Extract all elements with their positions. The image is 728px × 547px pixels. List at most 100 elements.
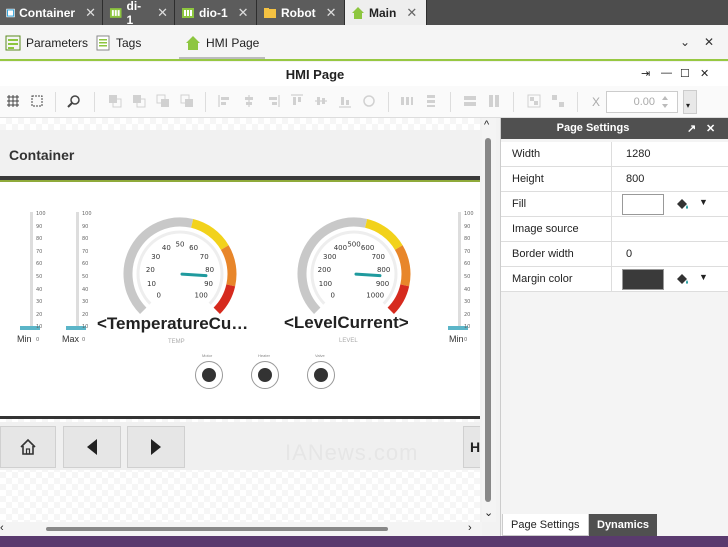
same-width-icon[interactable] [463,94,477,108]
motor-knob[interactable] [195,361,223,389]
property-label: Border width [512,248,574,260]
valve-knob[interactable] [307,361,335,389]
send-back-icon[interactable] [180,94,194,108]
align-right-icon[interactable] [266,94,280,108]
close-icon[interactable]: ✕ [700,67,709,80]
zoom-icon[interactable] [67,94,81,108]
bar-tick-label: 100 [36,211,46,217]
arrow-left-icon [87,439,97,455]
tab-dynamics[interactable]: Dynamics [589,514,657,536]
bar-tick-label: 50 [82,274,89,280]
close-icon[interactable]: ✕ [85,5,96,21]
height-value[interactable]: 800 [626,173,644,185]
close-icon[interactable]: ✕ [326,5,337,21]
rotate-icon[interactable] [362,94,376,108]
scroll-left-icon[interactable]: ‹ [0,522,4,534]
scrollbar-thumb[interactable] [485,138,491,502]
chevron-down-icon[interactable]: ▼ [699,197,708,207]
heater-knob[interactable] [251,361,279,389]
tab-hmi-page[interactable]: HMI Page [178,34,266,59]
tab-robot[interactable]: Robot ✕ [257,0,345,25]
bring-forward-icon[interactable] [132,94,146,108]
level-gauge-scale-label: 0 [331,292,335,300]
temperature-gauge-scale-label: 70 [200,253,209,261]
bar-label: Max [62,334,80,344]
group-icon[interactable] [527,94,541,108]
bar-tick-label: 20 [464,311,471,318]
send-backward-icon[interactable] [156,94,170,108]
previous-page-button[interactable] [63,426,121,468]
bar-tick-label: 60 [464,261,471,268]
align-middle-icon[interactable] [314,94,328,108]
property-row-border-width[interactable]: Border width 0 [501,242,728,267]
nav-button-right[interactable]: H [463,426,480,468]
tab-di-1[interactable]: di-1 ✕ [103,0,175,27]
tab-page-settings[interactable]: Page Settings [502,514,589,536]
property-row-margin-color[interactable]: Margin color ▼ [501,267,728,292]
home-icon [20,438,36,455]
spinner-icon[interactable] [660,93,670,111]
property-row-image-source[interactable]: Image source [501,217,728,242]
home-button[interactable] [0,426,56,468]
knob-label: Motor [202,353,213,358]
scroll-down-icon[interactable]: ⌄ [484,506,493,519]
paint-bucket-icon[interactable] [674,271,690,287]
align-bottom-icon[interactable] [338,94,352,108]
close-icon[interactable]: ✕ [238,5,249,21]
temperature-gauge[interactable]: 010 20 3040 50 6070 80 90 100 [110,210,250,320]
close-icon[interactable]: ✕ [157,5,168,21]
property-row-fill[interactable]: Fill ▼ [501,192,728,217]
panel-bottom-tabs: Page Settings Dynamics [500,514,728,536]
close-icon[interactable]: ✕ [704,35,714,49]
fill-color-swatch[interactable] [622,194,664,215]
border-width-value[interactable]: 0 [626,248,632,260]
same-height-icon[interactable] [487,94,501,108]
frame-select-icon[interactable] [30,94,44,108]
ungroup-icon[interactable] [551,94,565,108]
undock-icon[interactable]: ↗ [687,122,696,135]
align-center-icon[interactable] [242,94,256,108]
align-top-icon[interactable] [290,94,304,108]
margin-color-swatch[interactable] [622,269,664,290]
temperature-gauge-scale-label: 60 [189,244,198,252]
minimize-icon[interactable]: — [661,67,672,79]
grid-icon[interactable] [6,94,20,108]
chevron-down-icon[interactable]: ⌄ [680,35,690,49]
toolbar-overflow-button[interactable]: ▾ [683,90,697,114]
property-label: Height [512,173,544,185]
distribute-horizontal-icon[interactable] [400,94,414,108]
tab-label: dio-1 [199,5,228,20]
tab-parameters[interactable]: Parameters [5,34,88,52]
hmi-design-canvas[interactable]: Container Min Max Min 100 90 80 70 60 50 40 30 2… [0,118,480,522]
pin-icon[interactable]: ⇥ [641,67,650,80]
maximize-icon[interactable]: ☐ [680,67,690,80]
distribute-vertical-icon[interactable] [424,94,438,108]
paint-bucket-icon[interactable] [674,196,690,212]
tab-dio-1[interactable]: dio-1 ✕ [175,0,257,25]
canvas-horizontal-scrollbar[interactable]: ‹ › [0,522,482,536]
application-window: Container ✕ di-1 ✕ dio-1 ✕ Robot ✕ Main … [0,0,728,547]
property-row-width[interactable]: Width 1280 [501,142,728,167]
temperature-gauge-scale-label: 50 [176,241,185,249]
document-tab-bar: Container ✕ di-1 ✕ dio-1 ✕ Robot ✕ Main … [0,0,728,27]
level-gauge[interactable]: 0 100 200 300400 500 600700 800 900 1000 [284,210,424,320]
close-icon[interactable]: ✕ [706,122,715,135]
close-icon[interactable]: ✕ [406,5,417,21]
scroll-right-icon[interactable]: › [468,522,472,534]
property-row-height[interactable]: Height 800 [501,167,728,192]
tab-container[interactable]: Container ✕ [0,0,103,25]
level-gauge-scale-label: 400 [334,244,347,252]
canvas-vertical-scrollbar[interactable]: ^ ⌄ [482,118,496,522]
chevron-down-icon[interactable]: ▼ [699,272,708,282]
align-left-icon[interactable] [218,94,232,108]
bring-front-icon[interactable] [108,94,122,108]
tab-label: Parameters [26,36,89,50]
next-page-button[interactable] [127,426,185,468]
tab-tags[interactable]: Tags [95,34,141,52]
level-gauge-scale-label: 100 [319,280,332,288]
temperature-gauge-scale-label: 20 [146,266,155,274]
width-value[interactable]: 1280 [626,148,650,160]
scroll-up-icon[interactable]: ^ [484,119,489,131]
scrollbar-thumb[interactable] [46,527,388,531]
tab-main[interactable]: Main ✕ [345,0,427,25]
